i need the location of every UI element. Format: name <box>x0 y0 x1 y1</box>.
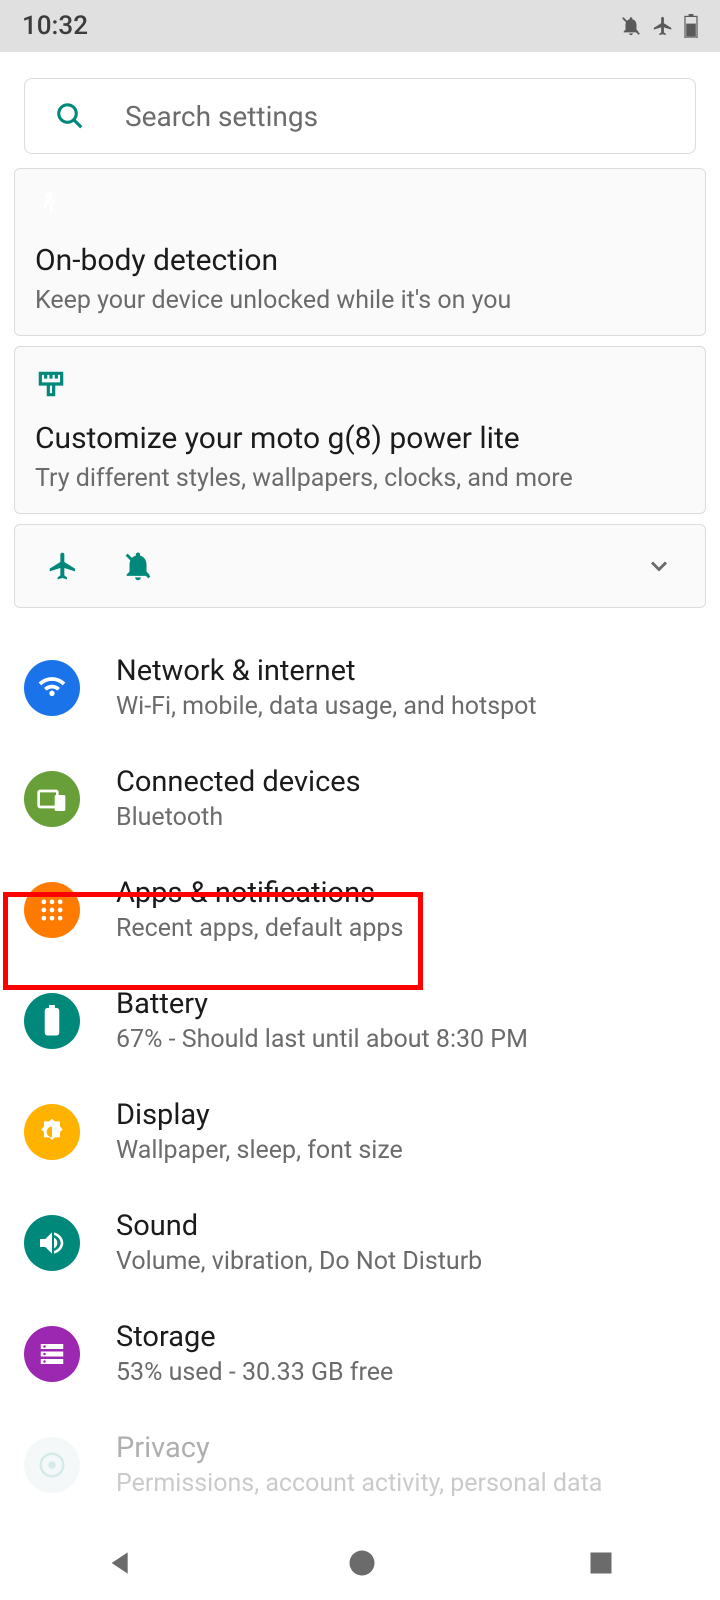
row-subtitle: 67% - Should last until about 8:30 PM <box>116 1025 528 1054</box>
settings-list: Network & internet Wi-Fi, mobile, data u… <box>0 618 720 1520</box>
walk-icon <box>35 189 685 231</box>
onbody-subtitle: Keep your device unlocked while it's on … <box>35 286 685 315</box>
privacy-icon <box>24 1437 80 1493</box>
row-title: Network & internet <box>116 654 537 688</box>
row-storage[interactable]: Storage 53% used - 30.33 GB free <box>0 1298 720 1409</box>
row-title: Connected devices <box>116 765 361 799</box>
row-subtitle: Permissions, account activity, personal … <box>116 1469 602 1498</box>
airplane-icon <box>652 15 674 37</box>
row-subtitle: Wi-Fi, mobile, data usage, and hotspot <box>116 692 537 721</box>
airplane-toggle-icon <box>47 550 79 582</box>
status-bar: 10:32 <box>0 0 720 52</box>
customize-card[interactable]: Customize your moto g(8) power lite Try … <box>14 346 706 514</box>
row-subtitle: Volume, vibration, Do Not Disturb <box>116 1247 482 1276</box>
row-title: Storage <box>116 1320 393 1354</box>
brightness-icon <box>24 1104 80 1160</box>
customize-subtitle: Try different styles, wallpapers, clocks… <box>35 464 685 493</box>
row-display[interactable]: Display Wallpaper, sleep, font size <box>0 1076 720 1187</box>
storage-icon <box>24 1326 80 1382</box>
highlight-box <box>3 892 423 990</box>
brush-icon <box>35 367 685 409</box>
row-privacy[interactable]: Privacy Permissions, account activity, p… <box>0 1409 720 1520</box>
dnd-toggle-icon <box>121 549 155 583</box>
onbody-title: On-body detection <box>35 243 685 278</box>
sound-icon <box>24 1215 80 1271</box>
row-title: Sound <box>116 1209 482 1243</box>
onbody-card[interactable]: On-body detection Keep your device unloc… <box>14 168 706 336</box>
row-network[interactable]: Network & internet Wi-Fi, mobile, data u… <box>0 632 720 743</box>
search-icon <box>55 101 85 131</box>
quick-toggles-card[interactable] <box>14 524 706 608</box>
row-sound[interactable]: Sound Volume, vibration, Do Not Disturb <box>0 1187 720 1298</box>
row-title: Battery <box>116 987 528 1021</box>
row-subtitle: Wallpaper, sleep, font size <box>116 1136 403 1165</box>
status-time: 10:32 <box>22 11 88 41</box>
nav-bar <box>0 1526 720 1600</box>
wifi-icon <box>24 660 80 716</box>
chevron-down-icon[interactable] <box>645 552 673 580</box>
row-subtitle: 53% used - 30.33 GB free <box>116 1358 393 1387</box>
search-settings[interactable]: Search settings <box>24 78 696 154</box>
row-title: Privacy <box>116 1431 602 1465</box>
battery-icon <box>24 993 80 1049</box>
nav-home-icon[interactable] <box>347 1548 377 1578</box>
row-connected[interactable]: Connected devices Bluetooth <box>0 743 720 854</box>
nav-recent-icon[interactable] <box>587 1549 615 1577</box>
row-title: Display <box>116 1098 403 1132</box>
search-placeholder: Search settings <box>125 100 318 133</box>
battery-icon <box>684 14 698 38</box>
dnd-off-icon <box>620 15 642 37</box>
nav-back-icon[interactable] <box>105 1547 137 1579</box>
customize-title: Customize your moto g(8) power lite <box>35 421 685 456</box>
devices-icon <box>24 771 80 827</box>
row-subtitle: Bluetooth <box>116 803 361 832</box>
status-icons <box>620 14 698 38</box>
